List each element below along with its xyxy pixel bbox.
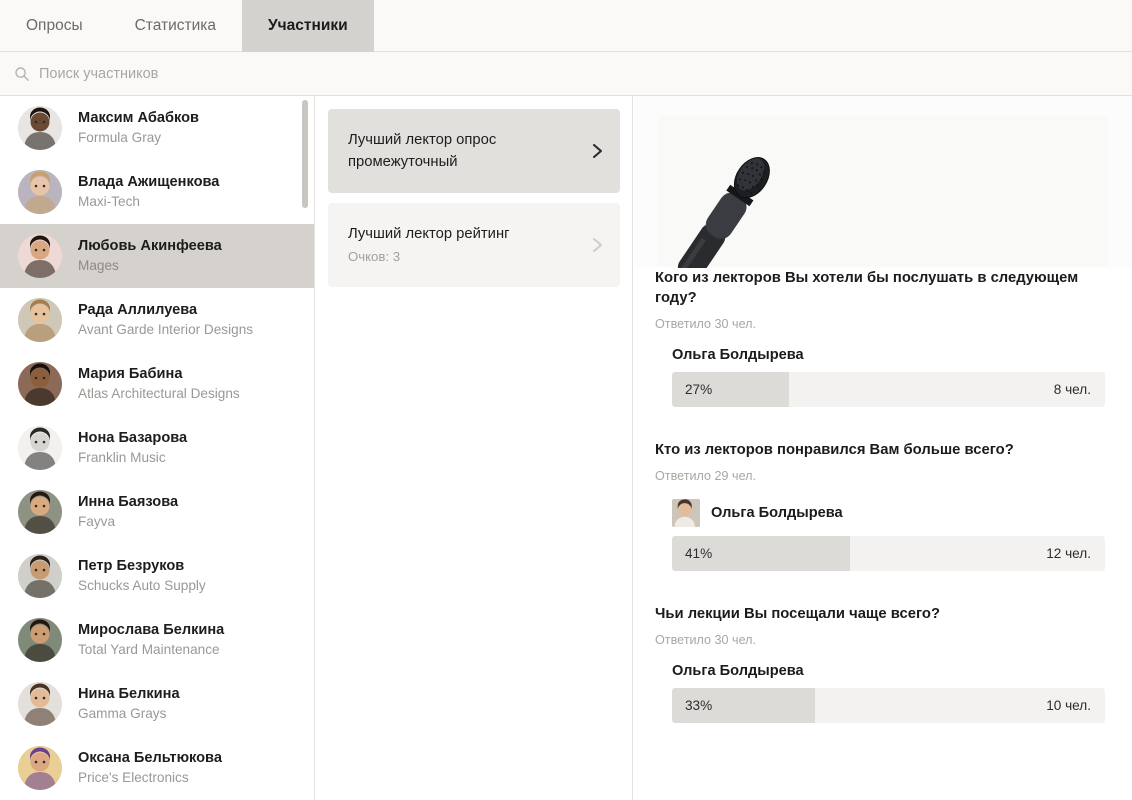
avatar bbox=[18, 746, 62, 790]
participant-row[interactable]: Петр Безруков Schucks Auto Supply bbox=[0, 544, 314, 608]
avatar bbox=[18, 618, 62, 662]
question-title: Чьи лекции Вы посещали чаще всего? bbox=[655, 606, 940, 622]
avatar bbox=[18, 554, 62, 598]
answer-percent: 33% bbox=[685, 698, 713, 713]
participant-org: Mages bbox=[78, 258, 119, 273]
tab-2[interactable]: Участники bbox=[242, 0, 374, 52]
questions-list: Кого из лекторов Вы хотели бы послушать … bbox=[634, 268, 1132, 756]
participant-name: Нона Базарова bbox=[78, 430, 188, 446]
participant-org: Schucks Auto Supply bbox=[78, 578, 206, 593]
question-block: Кто из лекторов понравился Вам больше вс… bbox=[634, 440, 1132, 604]
answer-bar: 27% 8 чел. bbox=[672, 372, 1105, 407]
search-icon bbox=[14, 66, 30, 82]
participant-row[interactable]: Максим Абабков Formula Gray bbox=[0, 96, 314, 160]
participants-list: Максим Абабков Formula Gray Влада Ажищенко… bbox=[0, 96, 314, 800]
question-block: Кого из лекторов Вы хотели бы послушать … bbox=[634, 268, 1132, 440]
answer-count: 8 чел. bbox=[1053, 382, 1091, 397]
survey-title: Лучший лектор рейтинг bbox=[348, 226, 510, 242]
survey-card[interactable]: Лучший лектор опрос промежуточный bbox=[328, 109, 620, 193]
avatar bbox=[18, 234, 62, 278]
answer-row: Ольга Болдырева bbox=[672, 499, 1105, 527]
question-block: Чьи лекции Вы посещали чаще всего? Ответи… bbox=[634, 604, 1132, 756]
chevron-right-icon[interactable] bbox=[592, 236, 604, 254]
people-scrollbar-thumb[interactable] bbox=[302, 100, 308, 208]
participant-name: Инна Баязова bbox=[78, 494, 179, 510]
participant-org: Fayva bbox=[78, 514, 116, 529]
search-bar[interactable] bbox=[0, 52, 1132, 96]
answer-count: 12 чел. bbox=[1046, 546, 1091, 561]
participant-row[interactable]: Оксана Бельтюкова Price's Electronics bbox=[0, 736, 314, 800]
participant-name: Нина Белкина bbox=[78, 686, 180, 702]
avatar bbox=[18, 298, 62, 342]
participant-name: Мирослава Белкина bbox=[78, 622, 225, 638]
avatar bbox=[18, 362, 62, 406]
participant-name: Влада Ажищенкова bbox=[78, 174, 220, 190]
tab-1[interactable]: Статистика bbox=[109, 0, 242, 52]
participant-org: Formula Gray bbox=[78, 130, 162, 145]
avatar bbox=[18, 106, 62, 150]
chevron-right-icon[interactable] bbox=[592, 142, 604, 160]
participant-row[interactable]: Мирослава Белкина Total Yard Maintenance bbox=[0, 608, 314, 672]
main-tabbar: Опросы Статистика Участники bbox=[0, 0, 1132, 52]
people-scrollbar-track[interactable] bbox=[302, 100, 308, 796]
participant-row[interactable]: Инна Баязова Fayva bbox=[0, 480, 314, 544]
participant-row[interactable]: Рада Аллилуева Avant Garde Interior Desig… bbox=[0, 288, 314, 352]
participant-org: Maxi-Tech bbox=[78, 194, 140, 209]
surveys-panel: Лучший лектор опрос промежуточный Лучший … bbox=[316, 96, 633, 800]
participant-row[interactable]: Мария Бабина Atlas Architectural Designs bbox=[0, 352, 314, 416]
survey-points: Очков: 3 bbox=[348, 249, 401, 264]
participants-list-panel: Максим Абабков Formula Gray Влада Ажищенко… bbox=[0, 96, 315, 800]
answer-bar: 41% 12 чел. bbox=[672, 536, 1105, 571]
survey-results-panel: Кого из лекторов Вы хотели бы послушать … bbox=[634, 96, 1132, 800]
avatar bbox=[18, 490, 62, 534]
participant-name: Любовь Акинфеева bbox=[78, 238, 222, 254]
participant-name: Петр Безруков bbox=[78, 558, 185, 574]
question-respondents: Ответило 29 чел. bbox=[655, 469, 756, 483]
answer-name: Ольга Болдырева bbox=[672, 663, 804, 679]
participant-row[interactable]: Влада Ажищенкова Maxi-Tech bbox=[0, 160, 314, 224]
question-respondents: Ответило 30 чел. bbox=[655, 633, 756, 647]
participant-org: Total Yard Maintenance bbox=[78, 642, 220, 657]
answer-percent: 41% bbox=[685, 546, 713, 561]
participant-row[interactable]: Нона Базарова Franklin Music bbox=[0, 416, 314, 480]
participant-org: Gamma Grays bbox=[78, 706, 167, 721]
microphone-image bbox=[634, 96, 1132, 268]
answer-row: Ольга Болдырева bbox=[672, 347, 1105, 363]
avatar bbox=[18, 682, 62, 726]
avatar bbox=[18, 426, 62, 470]
search-input[interactable] bbox=[39, 65, 439, 82]
answer-row: Ольга Болдырева bbox=[672, 663, 1105, 679]
answer-name: Ольга Болдырева bbox=[672, 347, 804, 363]
avatar bbox=[18, 170, 62, 214]
answer-count: 10 чел. bbox=[1046, 698, 1091, 713]
participant-row[interactable]: Любовь Акинфеева Mages bbox=[0, 224, 314, 288]
answer-bar: 33% 10 чел. bbox=[672, 688, 1105, 723]
participant-org: Avant Garde Interior Designs bbox=[78, 322, 254, 337]
participant-name: Рада Аллилуева bbox=[78, 302, 198, 318]
survey-card[interactable]: Лучший лектор рейтинг Очков: 3 bbox=[328, 203, 620, 287]
participant-name: Максим Абабков bbox=[78, 110, 199, 126]
question-title: Кто из лекторов понравился Вам больше вс… bbox=[655, 442, 1014, 458]
participant-org: Franklin Music bbox=[78, 450, 166, 465]
participant-name: Оксана Бельтюкова bbox=[78, 750, 222, 766]
participant-row[interactable]: Нина Белкина Gamma Grays bbox=[0, 672, 314, 736]
app-root: ОпросыСтатистикаУчастники Максим Абабков… bbox=[0, 0, 1132, 800]
surveys-list: Лучший лектор опрос промежуточный Лучший … bbox=[316, 96, 632, 287]
question-title: Кого из лекторов Вы хотели бы послушать … bbox=[655, 270, 1079, 306]
participant-org: Atlas Architectural Designs bbox=[78, 386, 240, 401]
participant-org: Price's Electronics bbox=[78, 770, 189, 785]
question-respondents: Ответило 30 чел. bbox=[655, 317, 756, 331]
answer-avatar bbox=[672, 499, 700, 527]
participant-name: Мария Бабина bbox=[78, 366, 183, 382]
survey-title: Лучший лектор опрос промежуточный bbox=[348, 132, 497, 170]
answer-percent: 27% bbox=[685, 382, 713, 397]
answer-name: Ольга Болдырева bbox=[711, 505, 843, 521]
tab-0[interactable]: Опросы bbox=[0, 0, 109, 52]
